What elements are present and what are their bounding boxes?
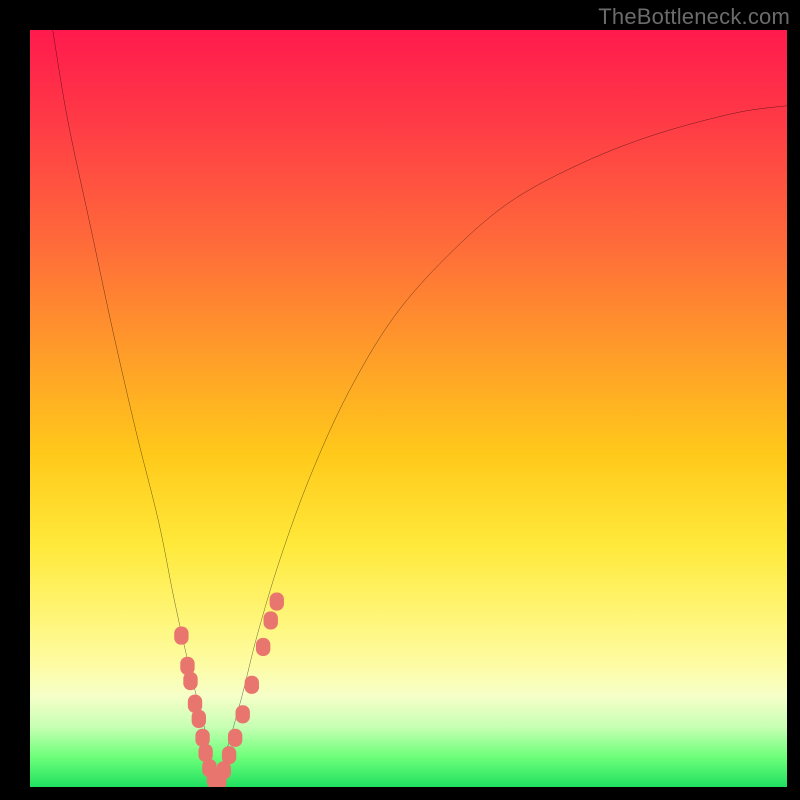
data-point-markers bbox=[174, 592, 284, 787]
data-point bbox=[174, 627, 188, 645]
data-point bbox=[228, 729, 242, 747]
data-point bbox=[264, 611, 278, 629]
data-point bbox=[183, 672, 197, 690]
data-point bbox=[222, 746, 236, 764]
data-point bbox=[192, 710, 206, 728]
watermark-text: TheBottleneck.com bbox=[598, 4, 790, 30]
bottleneck-curve bbox=[53, 30, 787, 780]
data-point bbox=[245, 676, 259, 694]
data-point bbox=[270, 592, 284, 610]
data-point bbox=[236, 705, 250, 723]
chart-frame: TheBottleneck.com bbox=[0, 0, 800, 800]
chart-svg bbox=[30, 30, 787, 787]
data-point bbox=[256, 638, 270, 656]
plot-area bbox=[30, 30, 787, 787]
